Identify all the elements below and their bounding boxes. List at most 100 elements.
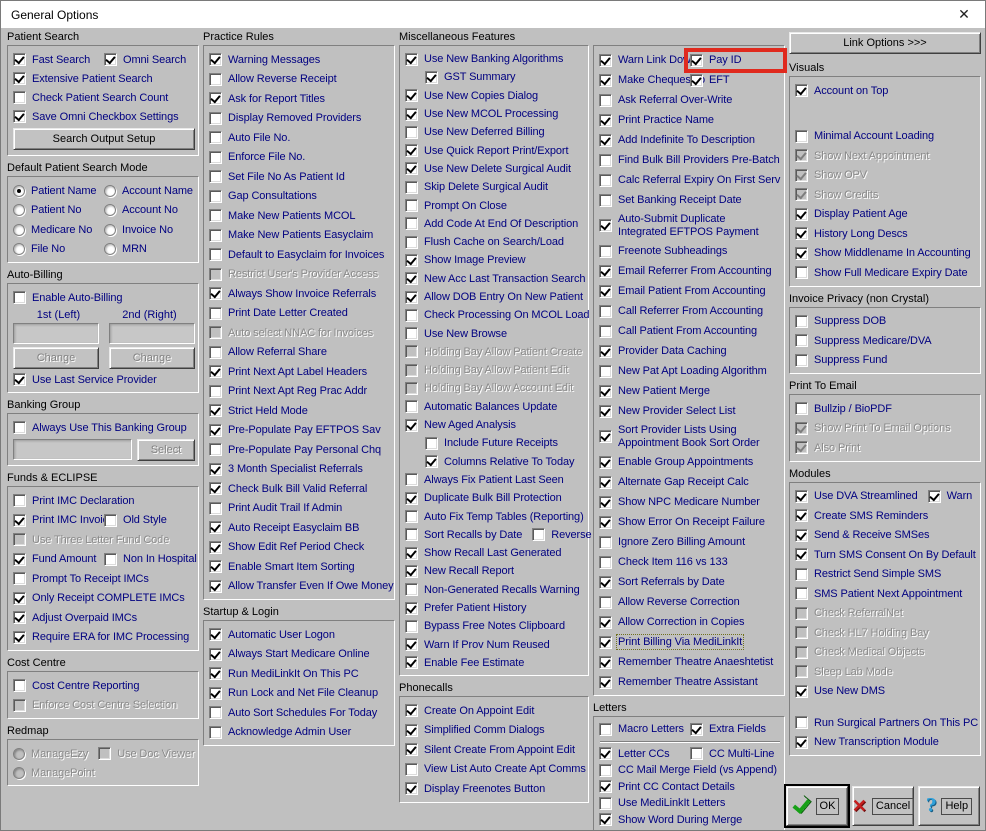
checkbox-fund-amount[interactable]: Fund Amount	[13, 552, 104, 566]
checkbox-print-next-apt-reg-prac-addr[interactable]: Print Next Apt Reg Prac Addr	[209, 384, 391, 398]
checkbox-duplicate-bulk-bill-protection[interactable]: Duplicate Bulk Bill Protection	[405, 491, 585, 505]
checkbox-print-imc-declaration[interactable]: Print IMC Declaration	[13, 494, 195, 508]
checkbox-minimal-account-loading[interactable]: Minimal Account Loading	[795, 129, 977, 143]
checkbox-macro-letters[interactable]: Macro Letters	[599, 722, 690, 736]
checkbox-allow-reverse-correction[interactable]: Allow Reverse Correction	[599, 595, 781, 609]
checkbox-use-new-browse[interactable]: Use New Browse	[405, 327, 585, 341]
checkbox-enable-smart-item-sorting[interactable]: Enable Smart Item Sorting	[209, 560, 391, 574]
checkbox-show-middlename-in-accounting[interactable]: Show Middlename In Accounting	[795, 246, 977, 260]
radio-account-no[interactable]: Account No	[104, 204, 195, 217]
radio-file-no[interactable]: File No	[13, 243, 104, 256]
checkbox-strict-held-mode[interactable]: Strict Held Mode	[209, 404, 391, 418]
checkbox-view-list-auto-create-apt-comms[interactable]: View List Auto Create Apt Comms	[405, 762, 586, 776]
checkbox-print-practice-name[interactable]: Print Practice Name	[599, 113, 781, 127]
checkbox-print-audit-trail-if-admin[interactable]: Print Audit Trail If Admin	[209, 501, 391, 515]
checkbox-allow-correction-in-copies[interactable]: Allow Correction in Copies	[599, 615, 781, 629]
checkbox-use-dva-streamlined[interactable]: Use DVA Streamlined	[795, 489, 918, 503]
checkbox-new-recall-report[interactable]: New Recall Report	[405, 564, 585, 578]
checkbox-print-cc-contact-details[interactable]: Print CC Contact Details	[599, 780, 781, 794]
checkbox-use-new-delete-surgical-audit[interactable]: Use New Delete Surgical Audit	[405, 162, 585, 176]
checkbox-ignore-zero-billing-amount[interactable]: Ignore Zero Billing Amount	[599, 535, 781, 549]
checkbox-run-surgical-partners-on-this-pc[interactable]: Run Surgical Partners On This PC	[795, 716, 978, 730]
checkbox-auto-sort-schedules-for-today[interactable]: Auto Sort Schedules For Today	[209, 706, 391, 720]
checkbox-letter-ccs[interactable]: Letter CCs	[599, 747, 690, 761]
radio-account-name[interactable]: Account Name	[104, 184, 195, 197]
checkbox-print-date-letter-created[interactable]: Print Date Letter Created	[209, 306, 391, 320]
checkbox-show-full-medicare-expiry-date[interactable]: Show Full Medicare Expiry Date	[795, 266, 977, 280]
checkbox-alternate-gap-receipt-calc[interactable]: Alternate Gap Receipt Calc	[599, 475, 781, 489]
checkbox-cost-centre-reporting[interactable]: Cost Centre Reporting	[13, 679, 195, 693]
checkbox-always-start-medicare-online[interactable]: Always Start Medicare Online	[209, 647, 391, 661]
checkbox-use-medilinkit-letters[interactable]: Use MediLinkIt Letters	[599, 796, 781, 810]
checkbox-ask-for-report-titles[interactable]: Ask for Report Titles	[209, 92, 391, 106]
checkbox-3-month-specialist-referrals[interactable]: 3 Month Specialist Referrals	[209, 462, 391, 476]
checkbox-ask-referral-over-write[interactable]: Ask Referral Over-Write	[599, 93, 781, 107]
checkbox-require-era-for-imc-processing[interactable]: Require ERA for IMC Processing	[13, 630, 195, 644]
checkbox-check-processing-on-mcol-load[interactable]: Check Processing On MCOL Load	[405, 308, 590, 322]
checkbox-new-pat-apt-loading-algorithm[interactable]: New Pat Apt Loading Algorithm	[599, 364, 781, 378]
checkbox-use-new-mcol-processing[interactable]: Use New MCOL Processing	[405, 107, 585, 121]
checkbox-display-freenotes-button[interactable]: Display Freenotes Button	[405, 782, 585, 796]
checkbox-non-in-hospital[interactable]: Non In Hospital	[104, 552, 197, 566]
checkbox-create-sms-reminders[interactable]: Create SMS Reminders	[795, 509, 977, 523]
checkbox-email-referrer-from-accounting[interactable]: Email Referrer From Accounting	[599, 264, 781, 278]
search-output-setup-button[interactable]: Search Output Setup	[13, 128, 195, 150]
checkbox-save-omni-checkbox-settings[interactable]: Save Omni Checkbox Settings	[13, 110, 195, 123]
checkbox-history-long-descs[interactable]: History Long Descs	[795, 227, 977, 241]
checkbox-sort-referrals-by-date[interactable]: Sort Referrals by Date	[599, 575, 781, 589]
checkbox-gap-consultations[interactable]: Gap Consultations	[209, 189, 391, 203]
checkbox-print-next-apt-label-headers[interactable]: Print Next Apt Label Headers	[209, 365, 391, 379]
checkbox-show-edit-ref-period-check[interactable]: Show Edit Ref Period Check	[209, 540, 391, 554]
checkbox-use-quick-report-print-export[interactable]: Use Quick Report Print/Export	[405, 144, 585, 158]
checkbox-silent-create-from-appoint-edit[interactable]: Silent Create From Appoint Edit	[405, 743, 585, 757]
checkbox-make-new-patients-easyclaim[interactable]: Make New Patients Easyclaim	[209, 228, 391, 242]
checkbox-check-patient-search-count[interactable]: Check Patient Search Count	[13, 91, 195, 104]
link-options-button[interactable]: Link Options >>>	[789, 32, 981, 54]
checkbox-run-lock-and-net-file-cleanup[interactable]: Run Lock and Net File Cleanup	[209, 686, 391, 700]
checkbox-print-imc-invoice[interactable]: Print IMC Invoice	[13, 513, 114, 527]
checkbox-allow-reverse-receipt[interactable]: Allow Reverse Receipt	[209, 72, 391, 86]
checkbox-default-to-easyclaim-for-invoices[interactable]: Default to Easyclaim for Invoices	[209, 248, 391, 262]
checkbox-call-patient-from-accounting[interactable]: Call Patient From Accounting	[599, 324, 781, 338]
checkbox-automatic-balances-update[interactable]: Automatic Balances Update	[405, 400, 585, 414]
checkbox-add-code-at-end-of-description[interactable]: Add Code At End Of Description	[405, 217, 585, 231]
checkbox-gst-summary[interactable]: GST Summary	[425, 70, 585, 84]
checkbox-use-new-dms[interactable]: Use New DMS	[795, 684, 977, 698]
checkbox-skip-delete-surgical-audit[interactable]: Skip Delete Surgical Audit	[405, 180, 585, 194]
checkbox-check-item-116-vs-133[interactable]: Check Item 116 vs 133	[599, 555, 781, 569]
checkbox-bypass-free-notes-clipboard[interactable]: Bypass Free Notes Clipboard	[405, 619, 585, 633]
checkbox-extra-fields[interactable]: Extra Fields	[690, 722, 781, 736]
checkbox-enable-fee-estimate[interactable]: Enable Fee Estimate	[405, 656, 585, 670]
checkbox-suppress-medicare-dva[interactable]: Suppress Medicare/DVA	[795, 334, 977, 348]
checkbox-include-future-receipts[interactable]: Include Future Receipts	[425, 436, 585, 450]
checkbox-new-aged-analysis[interactable]: New Aged Analysis	[405, 418, 585, 432]
checkbox-remember-theatre-assistant[interactable]: Remember Theatre Assistant	[599, 675, 781, 689]
checkbox-sort-provider-lists-using-appointment-book-sort-order[interactable]: Sort Provider Lists Using Appointment Bo…	[599, 424, 781, 449]
checkbox-enable-group-appointments[interactable]: Enable Group Appointments	[599, 455, 781, 469]
checkbox-omni-search[interactable]: Omni Search	[104, 53, 195, 66]
checkbox-use-last-service-provider[interactable]: Use Last Service Provider	[13, 373, 195, 386]
checkbox-warn-link-down[interactable]: Warn Link Down	[599, 53, 697, 67]
checkbox-enable-auto-billing[interactable]: Enable Auto-Billing	[13, 291, 195, 304]
checkbox-find-bulk-bill-providers-pre-batch[interactable]: Find Bulk Bill Providers Pre-Batch	[599, 153, 781, 167]
checkbox-set-file-no-as-patient-id[interactable]: Set File No As Patient Id	[209, 170, 391, 184]
checkbox-set-banking-receipt-date[interactable]: Set Banking Receipt Date	[599, 193, 781, 207]
close-icon[interactable]: ✕	[953, 6, 975, 23]
checkbox-auto-submit-duplicate-integrated-eftpos-payment[interactable]: Auto-Submit Duplicate Integrated EFTPOS …	[599, 213, 781, 238]
checkbox-add-indefinite-to-description[interactable]: Add Indefinite To Description	[599, 133, 781, 147]
checkbox-print-billing-via-medilinkit[interactable]: Print Billing Via MediLinkIt	[599, 634, 781, 650]
checkbox-account-on-top[interactable]: Account on Top	[795, 84, 977, 98]
checkbox-pre-populate-pay-personal-chq[interactable]: Pre-Populate Pay Personal Chq	[209, 443, 391, 457]
checkbox-suppress-dob[interactable]: Suppress DOB	[795, 314, 977, 328]
checkbox-old-style[interactable]: Old Style	[104, 513, 195, 527]
checkbox-restrict-send-simple-sms[interactable]: Restrict Send Simple SMS	[795, 567, 977, 581]
checkbox-columns-relative-to-today[interactable]: Columns Relative To Today	[425, 455, 585, 469]
checkbox-always-use-this-banking-group[interactable]: Always Use This Banking Group	[13, 421, 195, 434]
radio-medicare-no[interactable]: Medicare No	[13, 223, 104, 236]
checkbox-calc-referral-expiry-on-first-serv[interactable]: Calc Referral Expiry On First Serv	[599, 173, 781, 187]
checkbox-show-word-during-merge[interactable]: Show Word During Merge	[599, 813, 781, 827]
radio-mrn[interactable]: MRN	[104, 243, 195, 256]
checkbox-create-on-appoint-edit[interactable]: Create On Appoint Edit	[405, 704, 585, 718]
checkbox-make-new-patients-mcol[interactable]: Make New Patients MCOL	[209, 209, 391, 223]
checkbox-show-recall-last-generated[interactable]: Show Recall Last Generated	[405, 546, 585, 560]
